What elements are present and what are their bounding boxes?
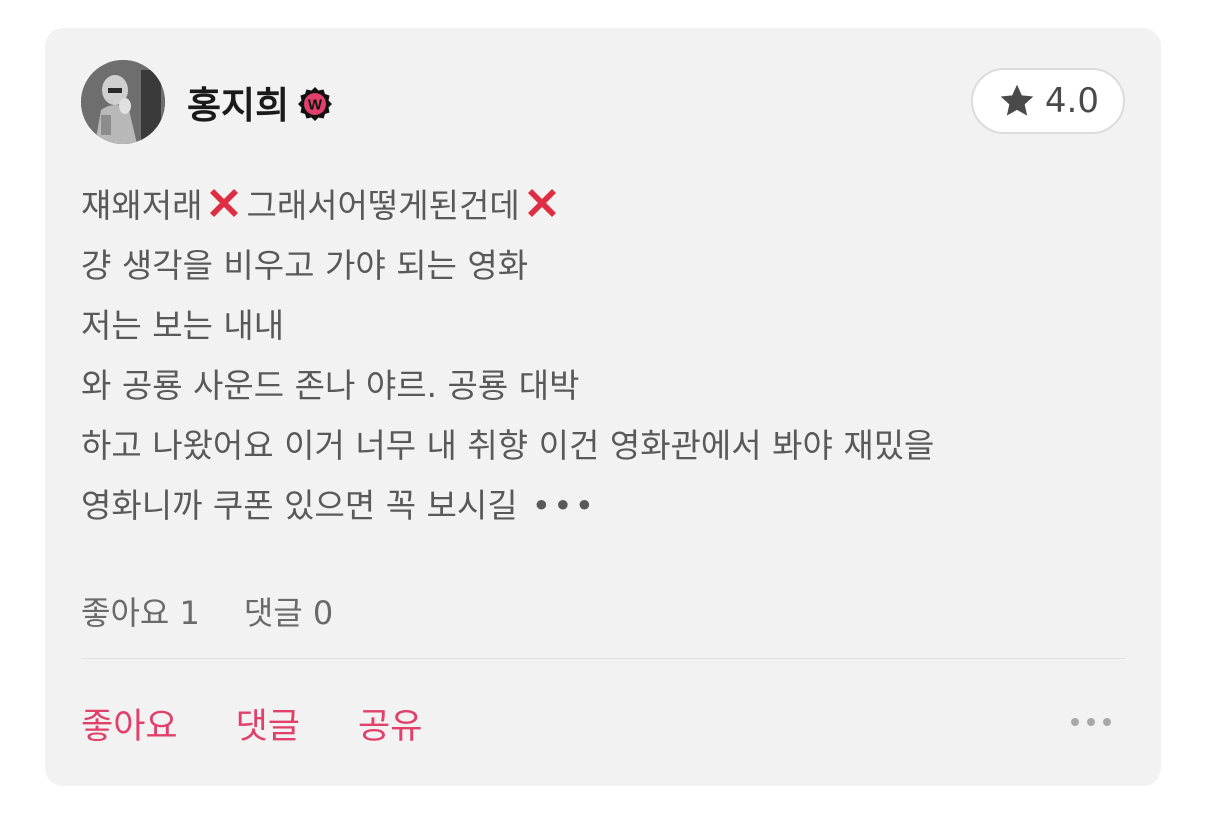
review-line-3: 저는 보는 내내 [81,306,285,345]
divider [81,658,1125,659]
avatar[interactable] [81,60,165,144]
comment-button[interactable]: 댓글 [236,698,300,749]
like-count: 좋아요 1 [81,594,200,632]
read-more-ellipsis[interactable]: ••• [532,476,596,536]
review-line-1: 쟤왜저래 그래서어떻게된건데 [81,176,1131,236]
share-button[interactable]: 공유 [358,698,422,749]
review-line-1-part-b: 그래서어떻게된건데 [246,186,520,225]
review-line-4: 와 공룡 사운드 존나 야르. 공룡 대박 [81,366,580,405]
like-button[interactable]: 좋아요 [81,698,178,749]
review-stats: 좋아요 1 댓글 0 [81,588,333,634]
action-bar: 좋아요 댓글 공유 [81,698,422,749]
username[interactable]: 홍지희 [187,75,289,129]
cross-mark-icon [527,189,556,217]
review-line-6-text: 영화니까 쿠폰 있으면 꼭 보시길 [81,486,518,525]
review-line-6: 영화니까 쿠폰 있으면 꼭 보시길 ••• [81,476,1131,536]
review-line-5: 하고 나왔어요 이거 너무 내 취향 이건 영화관에서 봐야 재밌을 [81,426,935,465]
review-text[interactable]: 쟤왜저래 그래서어떻게된건데 걍 생각을 비우고 가야 되는 영화 저는 보는 내… [81,176,1131,536]
star-icon [1000,84,1034,116]
cross-mark-icon [210,189,239,217]
rating-value: 4.0 [1044,81,1099,121]
more-options-icon[interactable] [1069,712,1113,732]
verified-badge-icon: W [297,86,333,122]
rating-pill: 4.0 [970,68,1125,134]
review-line-1-part-a: 쟤왜저래 [81,186,203,225]
review-line-2: 걍 생각을 비우고 가야 되는 영화 [81,246,529,285]
badge-letter: W [308,97,323,114]
review-card: 홍지희 W 4.0 쟤왜저래 그래서어떻게된건데 걍 생각을 비우고 가야 되는 … [45,28,1161,786]
review-header: 홍지희 W [81,60,333,144]
comment-count: 댓글 0 [243,594,334,632]
